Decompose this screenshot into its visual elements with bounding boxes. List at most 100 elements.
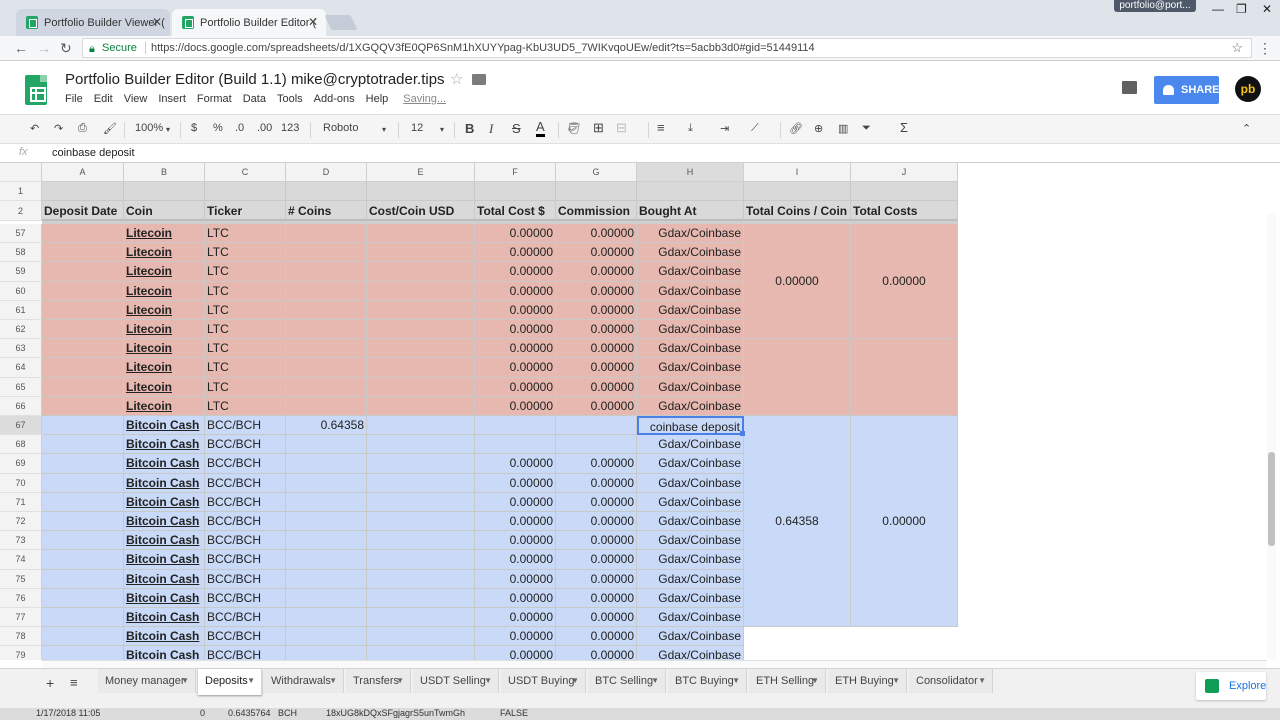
ticker-cell[interactable]: BCC/BCH bbox=[205, 608, 286, 628]
sheet-tab-usdt-selling[interactable]: USDT Selling ▼ bbox=[413, 669, 499, 693]
deposit-date-cell[interactable] bbox=[42, 569, 124, 589]
column-title[interactable]: Deposit Date bbox=[42, 201, 124, 221]
commission-cell[interactable]: 0.00000 bbox=[556, 550, 637, 570]
folder-icon[interactable] bbox=[472, 74, 486, 85]
bought-at-cell[interactable]: Gdax/Coinbase bbox=[637, 550, 744, 570]
row-header[interactable]: 61 bbox=[0, 300, 42, 320]
bought-at-cell[interactable]: Gdax/Coinbase bbox=[637, 358, 744, 378]
bold-button[interactable]: B bbox=[465, 121, 474, 136]
cost-per-coin-cell[interactable] bbox=[367, 377, 475, 397]
chevron-down-icon[interactable]: ▼ bbox=[329, 669, 337, 693]
insert-chart-icon[interactable]: ▥ bbox=[838, 122, 848, 135]
coin-link-cell[interactable]: Litecoin bbox=[124, 339, 205, 359]
coin-link-cell[interactable]: Bitcoin Cash bbox=[124, 531, 205, 551]
coins-cell[interactable] bbox=[286, 454, 367, 474]
redo-icon[interactable]: ↷ bbox=[54, 122, 63, 135]
bch-total-coins-cell[interactable]: 0.64358 bbox=[744, 416, 851, 628]
header-spacer-cell[interactable] bbox=[744, 182, 851, 201]
row-header[interactable]: 78 bbox=[0, 627, 42, 647]
deposit-date-cell[interactable] bbox=[42, 454, 124, 474]
reload-icon[interactable]: ↻ bbox=[60, 40, 72, 57]
menu-file[interactable]: File bbox=[65, 93, 83, 105]
bought-at-cell[interactable]: Gdax/Coinbase bbox=[637, 281, 744, 301]
menu-data[interactable]: Data bbox=[243, 93, 266, 105]
total-cost-cell[interactable]: 0.00000 bbox=[475, 396, 556, 416]
header-spacer-cell[interactable] bbox=[367, 182, 475, 201]
bought-at-cell[interactable]: Gdax/Coinbase bbox=[637, 531, 744, 551]
sheet-tab-btc-buying[interactable]: BTC Buying ▼ bbox=[668, 669, 747, 693]
sheets-logo-icon[interactable] bbox=[25, 75, 47, 105]
column-header-e[interactable]: E bbox=[367, 163, 475, 182]
deposit-date-cell[interactable] bbox=[42, 320, 124, 340]
bch-total-costs-cell[interactable]: 0.00000 bbox=[851, 416, 958, 628]
commission-cell[interactable]: 0.00000 bbox=[556, 262, 637, 282]
column-title[interactable]: Cost/Coin USD bbox=[367, 201, 475, 221]
row-header[interactable]: 75 bbox=[0, 569, 42, 589]
minimize-icon[interactable]: — bbox=[1212, 2, 1224, 16]
cost-per-coin-cell[interactable] bbox=[367, 435, 475, 455]
total-cost-cell[interactable]: 0.00000 bbox=[475, 300, 556, 320]
commission-cell[interactable]: 0.00000 bbox=[556, 627, 637, 647]
coin-link-cell[interactable]: Bitcoin Cash bbox=[124, 435, 205, 455]
coin-link-cell[interactable]: Litecoin bbox=[124, 281, 205, 301]
cost-per-coin-cell[interactable] bbox=[367, 320, 475, 340]
coin-link-cell[interactable]: Litecoin bbox=[124, 358, 205, 378]
bought-at-cell[interactable]: Gdax/Coinbase bbox=[637, 243, 744, 263]
coins-cell[interactable] bbox=[286, 608, 367, 628]
insert-link-icon[interactable]: 🔗︎ bbox=[789, 122, 803, 135]
close-tab-icon[interactable]: ✕ bbox=[152, 15, 162, 29]
menu-help[interactable]: Help bbox=[366, 93, 389, 105]
commission-cell[interactable]: 0.00000 bbox=[556, 473, 637, 493]
cost-per-coin-cell[interactable] bbox=[367, 550, 475, 570]
row-header[interactable]: 68 bbox=[0, 435, 42, 455]
bought-at-cell[interactable]: Gdax/Coinbase bbox=[637, 588, 744, 608]
row-header[interactable]: 63 bbox=[0, 339, 42, 359]
cost-per-coin-cell[interactable] bbox=[367, 473, 475, 493]
column-header-d[interactable]: D bbox=[286, 163, 367, 182]
bought-at-cell[interactable]: Gdax/Coinbase bbox=[637, 627, 744, 647]
chevron-down-icon[interactable]: ▼ bbox=[571, 669, 579, 693]
menu-edit[interactable]: Edit bbox=[94, 93, 113, 105]
zoom-select[interactable]: 100% bbox=[135, 122, 163, 134]
coin-link-cell[interactable]: Bitcoin Cash bbox=[124, 627, 205, 647]
font-size-select[interactable]: 12 bbox=[411, 122, 423, 134]
select-all-corner[interactable] bbox=[0, 163, 42, 182]
commission-cell[interactable] bbox=[556, 416, 637, 436]
coins-cell[interactable] bbox=[286, 243, 367, 263]
fill-color-icon[interactable]: 🪣︎ bbox=[567, 122, 581, 135]
row-header[interactable]: 1 bbox=[0, 182, 42, 201]
header-spacer-cell[interactable] bbox=[42, 182, 124, 201]
more-formats-button[interactable]: 123 bbox=[281, 122, 299, 134]
cost-per-coin-cell[interactable] bbox=[367, 531, 475, 551]
row-header[interactable]: 64 bbox=[0, 358, 42, 378]
cost-per-coin-cell[interactable] bbox=[367, 492, 475, 512]
bought-at-cell[interactable]: Gdax/Coinbase bbox=[637, 608, 744, 628]
ticker-cell[interactable]: BCC/BCH bbox=[205, 512, 286, 532]
star-icon[interactable]: ☆ bbox=[450, 70, 463, 88]
ticker-cell[interactable]: BCC/BCH bbox=[205, 473, 286, 493]
row-header[interactable]: 79 bbox=[0, 646, 42, 660]
ticker-cell[interactable]: BCC/BCH bbox=[205, 646, 286, 660]
commission-cell[interactable]: 0.00000 bbox=[556, 377, 637, 397]
ltc-total-costs-cell[interactable]: 0.00000 bbox=[851, 224, 958, 340]
row-header[interactable]: 73 bbox=[0, 531, 42, 551]
deposit-date-cell[interactable] bbox=[42, 281, 124, 301]
percent-format-button[interactable]: % bbox=[213, 122, 223, 134]
chevron-down-icon[interactable]: ▼ bbox=[978, 669, 986, 693]
commission-cell[interactable]: 0.00000 bbox=[556, 300, 637, 320]
total-cost-cell[interactable] bbox=[475, 416, 556, 436]
commission-cell[interactable]: 0.00000 bbox=[556, 492, 637, 512]
deposit-date-cell[interactable] bbox=[42, 627, 124, 647]
bought-at-cell[interactable]: Gdax/Coinbase bbox=[637, 262, 744, 282]
horizontal-align-icon[interactable]: ≡ bbox=[657, 120, 665, 135]
bought-at-cell[interactable]: Gdax/Coinbase bbox=[637, 377, 744, 397]
insert-comment-icon[interactable]: ⊕ bbox=[814, 122, 823, 135]
avatar[interactable]: pb bbox=[1235, 76, 1261, 102]
column-header-j[interactable]: J bbox=[851, 163, 958, 182]
chevron-down-icon[interactable]: ▾ bbox=[166, 125, 170, 134]
total-cost-cell[interactable]: 0.00000 bbox=[475, 492, 556, 512]
deposit-date-cell[interactable] bbox=[42, 339, 124, 359]
ticker-cell[interactable]: LTC bbox=[205, 262, 286, 282]
total-cost-cell[interactable]: 0.00000 bbox=[475, 550, 556, 570]
bought-at-cell[interactable]: Gdax/Coinbase bbox=[637, 435, 744, 455]
